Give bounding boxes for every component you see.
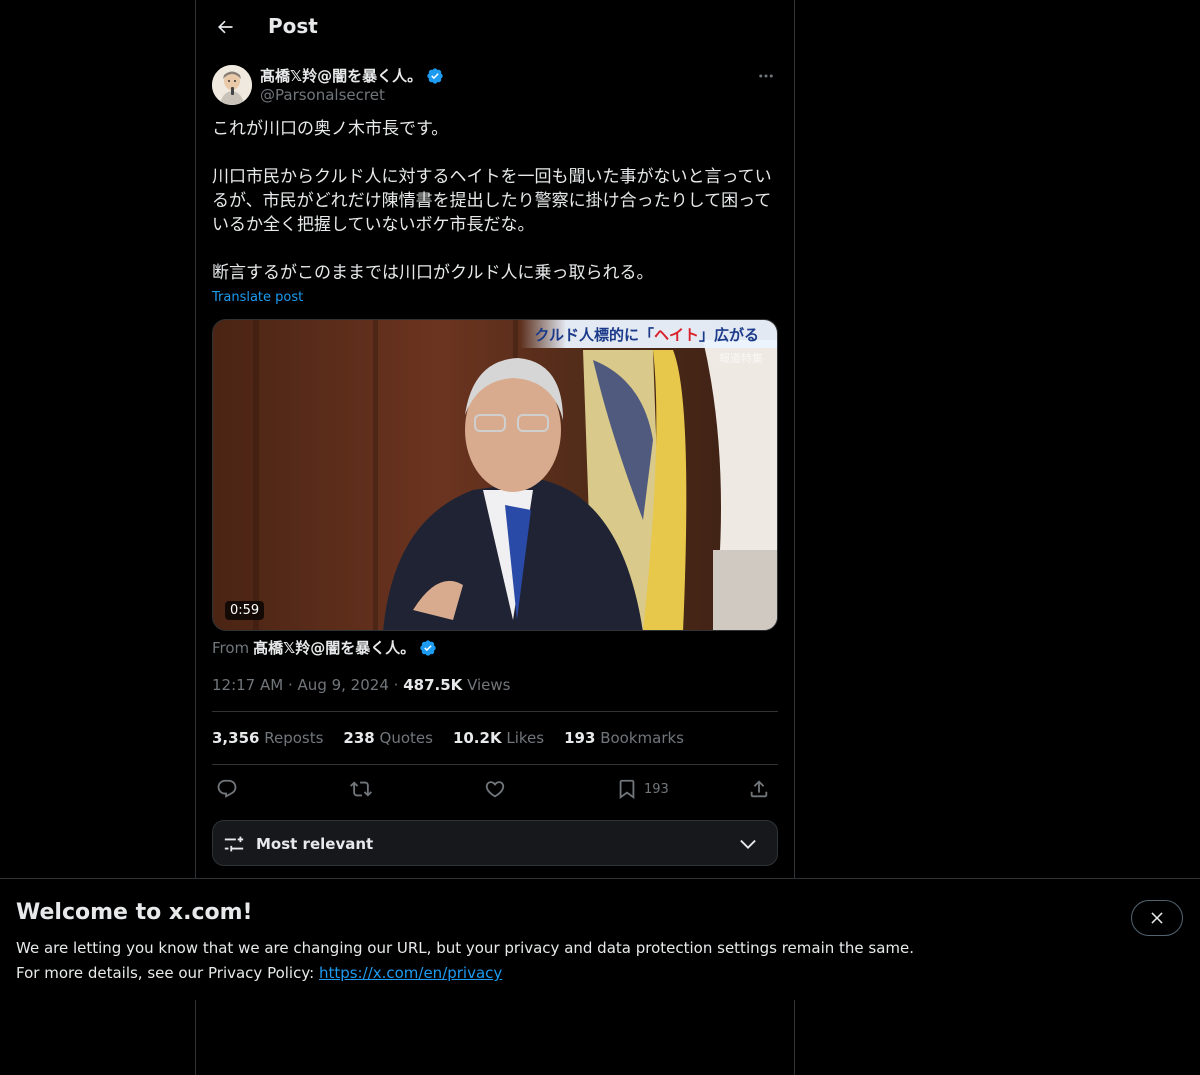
from-attribution: From 髙橋𝕏羚@闇を暴く人。 xyxy=(212,637,437,658)
back-button[interactable] xyxy=(208,10,242,44)
verified-badge-icon xyxy=(427,67,443,84)
likes-stat[interactable]: 10.2K Likes xyxy=(453,729,544,747)
more-dots-icon xyxy=(759,74,773,78)
privacy-policy-link[interactable]: https://x.com/en/privacy xyxy=(319,964,502,982)
author-name-text: 髙橋𝕏羚@闇を暴く人。 xyxy=(260,67,423,85)
share-icon xyxy=(750,780,768,798)
url-change-banner: Welcome to x.com! We are letting you kno… xyxy=(0,878,1200,1000)
bookmarks-stat[interactable]: 193 Bookmarks xyxy=(564,729,684,747)
post-time[interactable]: 12:17 AM xyxy=(212,676,283,694)
translate-post-link[interactable]: Translate post xyxy=(212,290,303,305)
reply-button[interactable] xyxy=(216,773,238,805)
reply-icon xyxy=(217,779,237,798)
from-prefix: From xyxy=(212,638,250,657)
repost-button[interactable] xyxy=(350,773,372,805)
views-count: 487.5K xyxy=(403,676,463,694)
post-text: これが川口の奥ノ木市長です。 川口市民からクルド人に対するヘイトを一回も聞いた事… xyxy=(212,119,772,283)
author-handle[interactable]: @Parsonalsecret xyxy=(260,86,385,104)
banner-title: Welcome to x.com! xyxy=(16,900,253,925)
like-button[interactable] xyxy=(484,773,506,805)
share-button[interactable] xyxy=(748,773,770,805)
reposts-stat[interactable]: 3,356 Reposts xyxy=(212,729,323,747)
more-options-button[interactable] xyxy=(754,64,778,88)
banner-body: We are letting you know that we are chan… xyxy=(16,936,914,986)
post-meta: 12:17 AM · Aug 9, 2024 · 487.5K Views xyxy=(212,676,511,694)
top-bar: Post xyxy=(196,0,794,53)
news-program-label: 報道特集 xyxy=(719,352,763,365)
action-bar: 193 xyxy=(212,773,778,805)
arrow-left-icon xyxy=(218,20,233,34)
divider xyxy=(212,764,778,765)
sort-label: Most relevant xyxy=(256,835,374,853)
video-player[interactable]: クルド人標的に「 ヘイト 」広がる 報道特集 0:59 xyxy=(212,319,778,631)
heart-icon xyxy=(485,781,505,798)
close-icon xyxy=(1151,912,1163,924)
bookmark-button[interactable]: 193 xyxy=(616,773,669,805)
banner-line-1: We are letting you know that we are chan… xyxy=(16,939,915,957)
author-name[interactable]: 髙橋𝕏羚@闇を暴く人。 xyxy=(260,65,444,86)
avatar[interactable] xyxy=(212,65,252,105)
page-title: Post xyxy=(268,14,318,38)
chevron-down-icon xyxy=(740,839,756,849)
repost-icon xyxy=(350,781,372,797)
engagement-stats: 3,356 Reposts 238 Quotes 10.2K Likes 193… xyxy=(212,729,684,747)
bookmark-icon xyxy=(619,779,635,800)
news-caption-banner: クルド人標的に「 ヘイト 」広がる xyxy=(520,320,777,348)
video-thumbnail xyxy=(213,320,777,630)
divider xyxy=(212,711,778,712)
filter-sliders-icon xyxy=(224,836,244,852)
post-author: 髙橋𝕏羚@闇を暴く人。 @Parsonalsecret xyxy=(212,64,778,108)
bookmark-count: 193 xyxy=(644,781,669,797)
quotes-stat[interactable]: 238 Quotes xyxy=(343,729,433,747)
reply-sort-dropdown[interactable]: Most relevant xyxy=(212,820,778,866)
verified-badge-icon xyxy=(420,639,436,656)
video-duration: 0:59 xyxy=(225,601,265,620)
post-date[interactable]: Aug 9, 2024 xyxy=(298,676,389,694)
banner-close-button[interactable] xyxy=(1131,900,1183,936)
banner-line-2: For more details, see our Privacy Policy… xyxy=(16,964,503,982)
views-label: Views xyxy=(467,676,511,694)
from-author-link[interactable]: 髙橋𝕏羚@闇を暴く人。 xyxy=(253,637,415,658)
